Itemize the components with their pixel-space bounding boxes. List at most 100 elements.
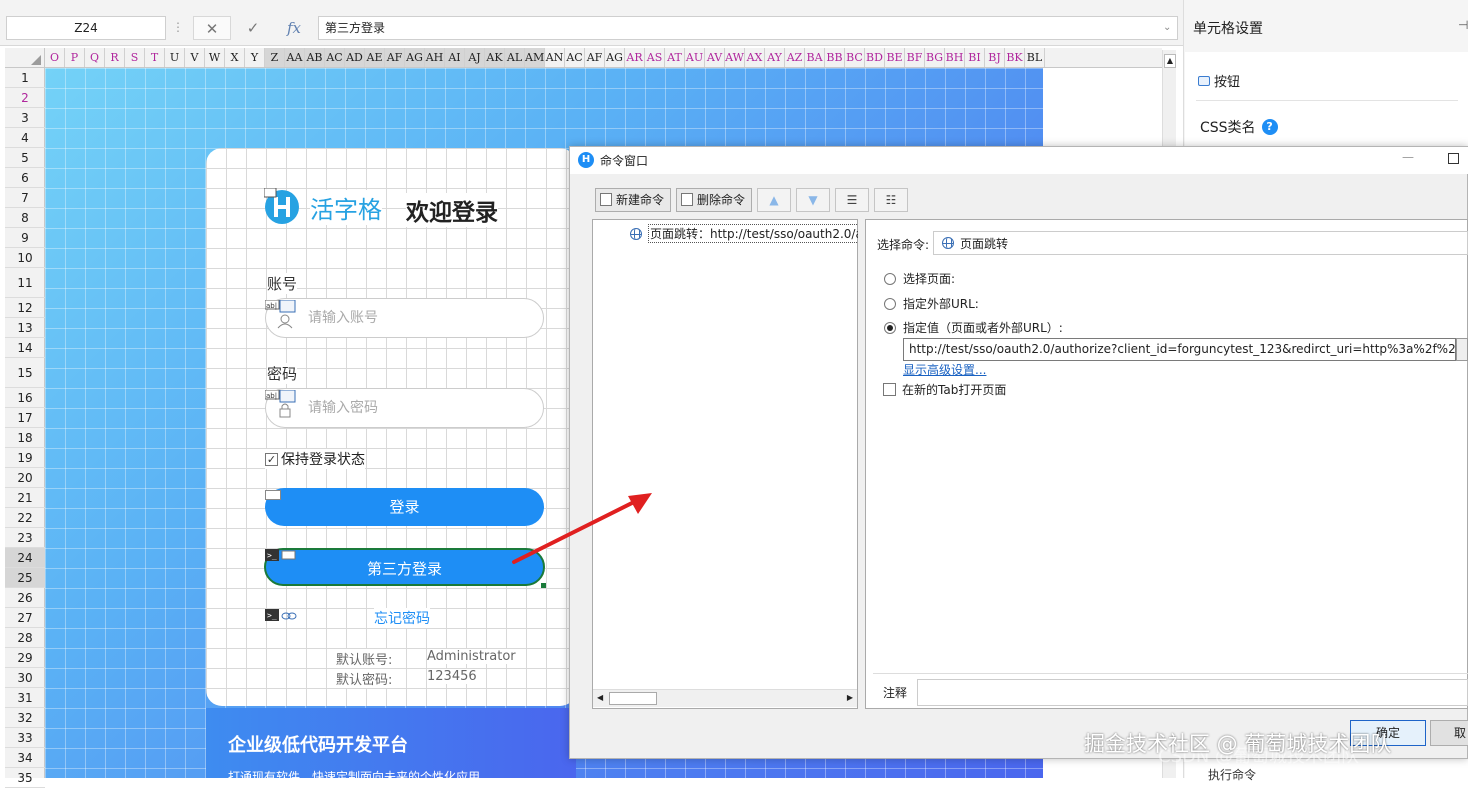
row-header[interactable]: 5 (5, 148, 45, 168)
column-header[interactable]: W (205, 48, 225, 67)
column-header[interactable]: AF (585, 48, 605, 67)
minimize-icon[interactable]: — (1402, 150, 1414, 164)
row-header[interactable]: 16 (5, 388, 45, 408)
scroll-up-icon[interactable]: ▲ (1164, 54, 1176, 68)
delete-command-button[interactable]: 删除命令 (676, 188, 752, 212)
row-header[interactable]: 6 (5, 168, 45, 188)
row-header[interactable]: 28 (5, 628, 45, 648)
outdent-icon[interactable]: ☷ (874, 188, 908, 212)
row-header[interactable]: 9 (5, 228, 45, 248)
column-header[interactable]: AU (685, 48, 705, 67)
column-header[interactable]: AZ (785, 48, 805, 67)
row-header[interactable]: 1 (5, 68, 45, 88)
formula-editor-icon[interactable] (1456, 338, 1468, 361)
row-header[interactable]: 27 (5, 608, 45, 628)
row-header[interactable]: 26 (5, 588, 45, 608)
row-header[interactable]: 15 (5, 358, 45, 388)
column-header[interactable]: AF (385, 48, 405, 67)
column-header[interactable]: AC (325, 48, 345, 67)
forgot-password-link[interactable]: 忘记密码 (374, 608, 430, 628)
move-down-icon[interactable]: ▼ (796, 188, 830, 212)
row-header[interactable]: 18 (5, 428, 45, 448)
row-header[interactable]: 8 (5, 208, 45, 228)
notes-input[interactable] (917, 679, 1468, 706)
command-list[interactable] (592, 219, 858, 709)
radio-icon[interactable] (884, 272, 896, 285)
row-header[interactable]: 17 (5, 408, 45, 428)
formula-input[interactable]: 第三方登录 (318, 16, 1178, 40)
column-header[interactable]: AJ (465, 48, 485, 67)
column-header[interactable]: BG (925, 48, 945, 67)
checkbox-icon[interactable] (883, 383, 896, 396)
row-header[interactable]: 25 (5, 568, 45, 588)
column-header[interactable]: BI (965, 48, 985, 67)
column-header[interactable]: V (185, 48, 205, 67)
scroll-thumb[interactable] (609, 692, 657, 705)
row-header[interactable]: 19 (5, 448, 45, 468)
column-header[interactable]: Y (245, 48, 265, 67)
column-header[interactable]: AE (365, 48, 385, 67)
scroll-left-icon[interactable]: ◀ (597, 693, 603, 702)
row-header[interactable]: 30 (5, 668, 45, 688)
column-header[interactable]: AA (285, 48, 305, 67)
column-header[interactable]: AB (305, 48, 325, 67)
close-icon[interactable]: ✕ (193, 16, 231, 40)
radio-select-page[interactable]: 选择页面: (884, 270, 955, 287)
select-all-corner[interactable] (5, 48, 45, 67)
radio-specify-value[interactable]: 指定值（页面或者外部URL）: (884, 319, 1063, 336)
password-input[interactable]: 请输入密码 (265, 388, 544, 428)
radio-checked-icon[interactable] (884, 321, 896, 334)
radio-external-url[interactable]: 指定外部URL: (884, 295, 979, 312)
row-header[interactable]: 13 (5, 318, 45, 338)
row-header[interactable]: 24 (5, 548, 45, 568)
column-header[interactable]: BL (1025, 48, 1045, 67)
column-header[interactable]: X (225, 48, 245, 67)
radio-icon[interactable] (884, 297, 896, 310)
row-header[interactable]: 31 (5, 688, 45, 708)
column-header[interactable]: R (105, 48, 125, 67)
row-header[interactable]: 11 (5, 268, 45, 298)
move-up-icon[interactable]: ▲ (757, 188, 791, 212)
column-header[interactable]: BE (885, 48, 905, 67)
row-header[interactable]: 14 (5, 338, 45, 358)
select-command-dropdown[interactable]: 页面跳转 (933, 231, 1468, 255)
pin-icon[interactable]: ⊣ (1458, 18, 1468, 32)
row-header[interactable]: 20 (5, 468, 45, 488)
column-header[interactable]: BK (1005, 48, 1025, 67)
column-header[interactable]: AR (625, 48, 645, 67)
column-header[interactable]: O (45, 48, 65, 67)
maximize-icon[interactable] (1448, 153, 1459, 164)
check-icon[interactable]: ✓ (235, 16, 271, 40)
row-header[interactable]: 29 (5, 648, 45, 668)
column-header[interactable]: AY (765, 48, 785, 67)
cell-type-button[interactable]: 按钮 (1198, 71, 1240, 90)
column-header[interactable]: AK (485, 48, 505, 67)
column-header[interactable]: AM (525, 48, 545, 67)
column-header[interactable]: AC (565, 48, 585, 67)
column-header[interactable]: AW (725, 48, 745, 67)
row-header[interactable]: 34 (5, 748, 45, 768)
row-header[interactable]: 4 (5, 128, 45, 148)
column-header[interactable]: BH (945, 48, 965, 67)
column-header[interactable]: AI (445, 48, 465, 67)
column-header[interactable]: BF (905, 48, 925, 67)
row-header[interactable]: 22 (5, 508, 45, 528)
scroll-right-icon[interactable]: ▶ (847, 693, 853, 702)
fx-icon[interactable]: fx (278, 16, 310, 40)
indent-icon[interactable]: ☰ (835, 188, 869, 212)
login-button[interactable]: 登录 (265, 488, 544, 526)
help-icon[interactable]: ? (1261, 119, 1278, 135)
checkbox-icon[interactable]: ✓ (265, 452, 278, 466)
row-header[interactable]: 35 (5, 768, 45, 788)
column-header[interactable]: Q (85, 48, 105, 67)
row-header[interactable]: 12 (5, 298, 45, 318)
column-header[interactable]: AN (545, 48, 565, 67)
column-header[interactable]: AD (345, 48, 365, 67)
row-header[interactable]: 10 (5, 248, 45, 268)
row-header[interactable]: 23 (5, 528, 45, 548)
row-header[interactable]: 2 (5, 88, 45, 108)
column-header[interactable]: AS (645, 48, 665, 67)
column-header[interactable]: BD (865, 48, 885, 67)
row-header[interactable]: 3 (5, 108, 45, 128)
command-list-item[interactable]: 页面跳转：http://test/sso/oauth2.0/a (630, 224, 858, 243)
